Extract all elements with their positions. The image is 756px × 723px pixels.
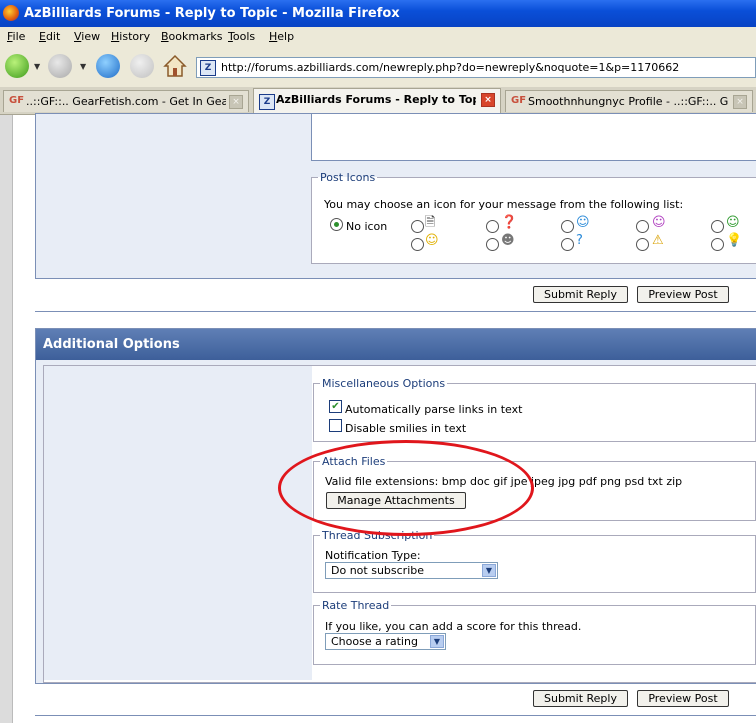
stop-icon[interactable]	[130, 54, 154, 78]
preview-post-button[interactable]: Preview Post	[637, 286, 729, 303]
left-scroll-strip	[0, 115, 13, 723]
misc-options-legend: Miscellaneous Options	[322, 377, 446, 390]
chevron-down-icon: ▼	[482, 564, 496, 577]
notification-type-select[interactable]: Do not subscribe ▼	[325, 562, 498, 579]
post-panel: Post Icons You may choose an icon for yo…	[35, 113, 756, 279]
post-icons-prompt: You may choose an icon for your message …	[324, 198, 684, 211]
post-icons-fieldset: Post Icons	[311, 171, 756, 264]
menu-bookmarks[interactable]: Bookmarks	[161, 30, 222, 43]
red-highlight-circle	[278, 440, 534, 536]
no-icon-label: No icon	[346, 220, 388, 233]
navigation-toolbar: ▼ ▼ Z http://forums.azbilliards.com/newr…	[0, 48, 756, 88]
menu-file[interactable]: File	[7, 30, 25, 43]
rate-thread-legend: Rate Thread	[322, 599, 390, 612]
post-icon-radio[interactable]	[636, 220, 649, 233]
notification-type-value: Do not subscribe	[331, 564, 425, 577]
menu-history[interactable]: History	[111, 30, 150, 43]
tongue-smiley-icon: ☺	[652, 215, 666, 230]
wink-smiley-icon: ☺	[576, 215, 590, 230]
post-icon-radio[interactable]	[711, 238, 724, 251]
additional-options-header: Additional Options	[36, 329, 756, 360]
parse-links-label: Automatically parse links in text	[345, 403, 523, 416]
site-favicon-icon: Z	[200, 60, 216, 76]
close-tab-icon[interactable]: ×	[481, 93, 495, 107]
question-arrow-icon: ❓	[501, 215, 518, 230]
page-content: Post Icons You may choose an icon for yo…	[0, 113, 756, 723]
lightbulb-icon: 💡	[726, 233, 743, 248]
tab-label: ..::GF::.. GearFetish.com - Get In Gear	[26, 95, 226, 108]
url-text: http://forums.azbilliards.com/newreply.p…	[221, 61, 680, 74]
post-icon-radio[interactable]	[411, 220, 424, 233]
options-left-column	[44, 366, 312, 680]
post-icon-radio[interactable]	[636, 238, 649, 251]
parse-links-checkbox[interactable]: ✔	[329, 400, 342, 413]
tab-smoothnhungnyc[interactable]: GF Smoothnhungnyc Profile - ..::GF::.. G…	[505, 90, 753, 112]
panel-divider	[35, 311, 756, 312]
reload-icon[interactable]	[96, 54, 120, 78]
additional-options-title: Additional Options	[43, 337, 180, 352]
notification-type-label: Notification Type:	[325, 549, 421, 562]
chevron-down-icon: ▼	[430, 635, 444, 648]
warning-icon: ⚠	[652, 233, 664, 248]
menu-tools[interactable]: Tools	[228, 30, 255, 43]
back-icon[interactable]	[5, 54, 29, 78]
tab-bar: GF ..::GF::.. GearFetish.com - Get In Ge…	[0, 87, 756, 115]
gearfetish-favicon-icon: GF	[9, 95, 25, 106]
forward-icon[interactable]	[48, 54, 72, 78]
post-icon-radio[interactable]	[561, 220, 574, 233]
menu-edit[interactable]: Edit	[39, 30, 60, 43]
tab-label: AzBilliards Forums - Reply to Topic	[276, 93, 476, 106]
gearfetish-favicon-icon: GF	[511, 95, 527, 106]
submit-reply-button[interactable]: Submit Reply	[533, 286, 628, 303]
preview-post-button[interactable]: Preview Post	[637, 690, 729, 707]
home-icon[interactable]	[163, 54, 187, 78]
message-textarea[interactable]	[311, 114, 756, 161]
post-icon-radio[interactable]	[711, 220, 724, 233]
smile-icon: ☺	[425, 233, 439, 248]
post-icon-radio[interactable]	[561, 238, 574, 251]
firefox-icon	[3, 5, 19, 21]
menu-help[interactable]: Help	[269, 30, 294, 43]
back-dropdown-icon[interactable]: ▼	[34, 62, 40, 71]
window-title-bar: AzBilliards Forums - Reply to Topic - Mo…	[0, 0, 756, 27]
submit-reply-button[interactable]: Submit Reply	[533, 690, 628, 707]
cool-smiley-icon: ☻	[501, 233, 515, 248]
grin-smiley-icon: ☺	[726, 215, 740, 230]
tab-label: Smoothnhungnyc Profile - ..::GF::.. G...	[528, 95, 728, 108]
no-icon-radio[interactable]	[330, 218, 343, 231]
panel-divider	[35, 715, 756, 716]
document-icon: 🗎	[425, 215, 436, 230]
menu-bar: File Edit View History Bookmarks Tools H…	[0, 27, 756, 49]
menu-view[interactable]: View	[74, 30, 100, 43]
post-icon-radio[interactable]	[411, 238, 424, 251]
close-tab-icon[interactable]: ×	[733, 95, 747, 109]
post-icon-radio[interactable]	[486, 238, 499, 251]
rating-select[interactable]: Choose a rating ▼	[325, 633, 446, 650]
azbilliards-favicon-icon: Z	[259, 94, 275, 110]
window-title: AzBilliards Forums - Reply to Topic - Mo…	[24, 6, 400, 21]
post-icons-legend: Post Icons	[320, 171, 376, 184]
disable-smilies-label: Disable smilies in text	[345, 422, 467, 435]
url-bar[interactable]: Z http://forums.azbilliards.com/newreply…	[196, 57, 756, 78]
tab-azbilliards[interactable]: Z AzBilliards Forums - Reply to Topic ×	[253, 88, 501, 114]
disable-smilies-checkbox[interactable]	[329, 419, 342, 432]
tab-gearfetish[interactable]: GF ..::GF::.. GearFetish.com - Get In Ge…	[3, 90, 249, 112]
rate-thread-label: If you like, you can add a score for thi…	[325, 620, 582, 633]
forward-dropdown-icon[interactable]: ▼	[80, 62, 86, 71]
rating-value: Choose a rating	[331, 635, 418, 648]
close-tab-icon[interactable]: ×	[229, 95, 243, 109]
question-icon: ?	[576, 233, 583, 248]
post-icon-radio[interactable]	[486, 220, 499, 233]
